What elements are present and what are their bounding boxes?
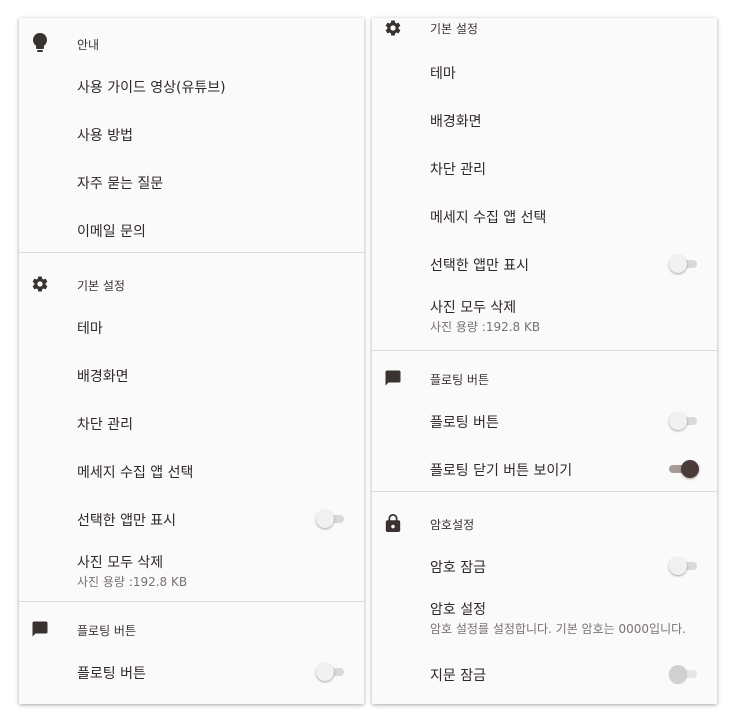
menu-item-theme[interactable]: 테마 <box>372 48 717 96</box>
menu-item-floating-button[interactable]: 플로팅 버튼 <box>19 648 364 696</box>
menu-item-label: 메세지 수집 앱 선택 <box>430 210 547 226</box>
menu-item-delete-photos[interactable]: 사진 모두 삭제 사진 용량 :192.8 KB <box>372 288 717 344</box>
fingerprint-lock-toggle[interactable] <box>669 665 697 683</box>
menu-item-label: 이메일 문의 <box>77 224 146 240</box>
menu-item-label: 사용 방법 <box>77 128 133 144</box>
menu-item-password-setting[interactable]: 암호 설정 암호 설정를 설정합니다. 기본 암호는 0000입니다. <box>372 590 717 646</box>
divider <box>372 350 717 351</box>
menu-item-label: 선택한 앱만 표시 <box>77 513 177 529</box>
menu-item-label: 암호 설정 <box>430 602 486 618</box>
menu-item-label: 선택한 앱만 표시 <box>430 258 530 274</box>
menu-item-label: 자주 묻는 질문 <box>77 176 164 192</box>
menu-item-label: 테마 <box>430 66 456 82</box>
menu-item-label: 플로팅 버튼 <box>430 415 499 431</box>
selected-only-toggle[interactable] <box>316 510 344 528</box>
menu-item-label: 지문 잠금 <box>430 668 486 684</box>
menu-item-label: 차단 관리 <box>77 417 133 433</box>
menu-item-floating-button[interactable]: 플로팅 버튼 <box>372 397 717 445</box>
menu-item-message-app[interactable]: 메세지 수집 앱 선택 <box>372 192 717 240</box>
section-title-basic: 기본 설정 <box>430 22 478 36</box>
menu-item-faq[interactable]: 자주 묻는 질문 <box>19 158 364 206</box>
menu-item-label: 사진 모두 삭제 <box>430 300 517 316</box>
menu-item-label: 배경화면 <box>430 114 482 130</box>
menu-item-label: 테마 <box>77 321 103 337</box>
section-title-security: 암호설정 <box>430 518 475 532</box>
menu-item-block-management[interactable]: 차단 관리 <box>19 399 364 447</box>
selected-only-toggle[interactable] <box>669 255 697 273</box>
menu-item-password-lock[interactable]: 암호 잠금 <box>372 542 717 590</box>
menu-item-email[interactable]: 이메일 문의 <box>19 206 364 254</box>
menu-item-wallpaper[interactable]: 배경화면 <box>19 351 364 399</box>
menu-item-theme[interactable]: 테마 <box>19 303 364 351</box>
menu-item-how-to-use[interactable]: 사용 방법 <box>19 110 364 158</box>
menu-item-show-close-button[interactable]: 플로팅 닫기 버튼 보이기 <box>372 445 717 493</box>
section-title-guide: 안내 <box>77 38 100 52</box>
menu-item-message-app[interactable]: 메세지 수집 앱 선택 <box>19 447 364 495</box>
divider <box>19 601 364 602</box>
menu-item-label: 플로팅 닫기 버튼 보이기 <box>430 463 573 479</box>
menu-item-delete-photos[interactable]: 사진 모두 삭제 사진 용량 :192.8 KB <box>19 543 364 599</box>
lightbulb-icon <box>30 33 50 53</box>
section-title-floating: 플로팅 버튼 <box>430 373 490 387</box>
menu-item-block-management[interactable]: 차단 관리 <box>372 144 717 192</box>
floating-button-toggle[interactable] <box>316 663 344 681</box>
menu-item-label: 사용 가이드 영상(유튜브) <box>77 80 226 96</box>
chat-icon <box>30 619 50 639</box>
menu-item-label: 플로팅 버튼 <box>77 666 146 682</box>
section-title-floating: 플로팅 버튼 <box>77 624 137 638</box>
left-screenshot: 안내 사용 가이드 영상(유튜브) 사용 방법 자주 묻는 질문 이메일 문의 … <box>19 18 364 704</box>
photo-size-text: 사진 용량 :192.8 KB <box>77 575 188 589</box>
photo-size-text: 사진 용량 :192.8 KB <box>430 320 541 334</box>
gear-icon <box>30 274 50 294</box>
menu-item-fingerprint-lock[interactable]: 지문 잠금 <box>372 650 717 698</box>
section-title-basic: 기본 설정 <box>77 279 125 293</box>
gear-icon <box>383 18 403 38</box>
menu-item-selected-only[interactable]: 선택한 앱만 표시 <box>372 240 717 288</box>
menu-item-label: 암호 잠금 <box>430 560 486 576</box>
menu-item-wallpaper[interactable]: 배경화면 <box>372 96 717 144</box>
floating-button-toggle[interactable] <box>669 412 697 430</box>
menu-item-label: 차단 관리 <box>430 162 486 178</box>
menu-item-label: 메세지 수집 앱 선택 <box>77 465 194 481</box>
lock-icon <box>383 513 403 533</box>
show-close-toggle[interactable] <box>669 460 699 478</box>
password-setting-desc: 암호 설정를 설정합니다. 기본 암호는 0000입니다. <box>430 622 686 636</box>
menu-item-youtube-guide[interactable]: 사용 가이드 영상(유튜브) <box>19 62 364 110</box>
menu-item-selected-only[interactable]: 선택한 앱만 표시 <box>19 495 364 543</box>
right-screenshot: 기본 설정 테마 배경화면 차단 관리 메세지 수집 앱 선택 선택한 앱만 표… <box>372 18 717 704</box>
chat-icon <box>383 368 403 388</box>
menu-item-label: 사진 모두 삭제 <box>77 555 164 571</box>
menu-item-label: 배경화면 <box>77 369 129 385</box>
password-lock-toggle[interactable] <box>669 557 697 575</box>
